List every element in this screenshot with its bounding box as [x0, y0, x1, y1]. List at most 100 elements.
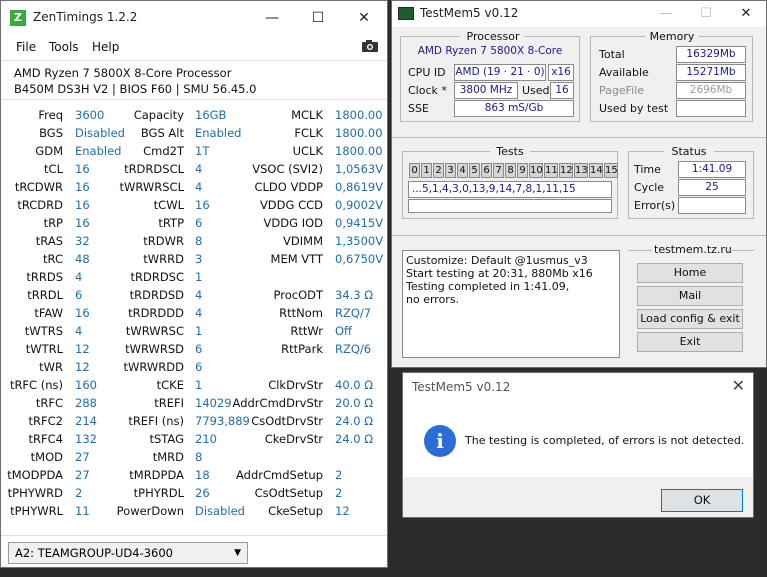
- timing-label: tPHYRDL: [133, 486, 184, 500]
- info-icon: i: [424, 425, 456, 457]
- site-title: testmem.tz.ru: [654, 243, 732, 256]
- timing-label: tCL: [44, 162, 63, 176]
- testmem5-title: TestMem5 v0.12: [420, 6, 519, 20]
- timing-label: tRP: [43, 216, 63, 230]
- divider: [628, 250, 652, 251]
- home-button[interactable]: Home: [637, 263, 743, 283]
- menu-tools[interactable]: Tools: [49, 40, 79, 54]
- maximize-button[interactable]: ☐: [295, 1, 341, 35]
- timing-label: tRFC2: [28, 414, 63, 428]
- menu-file[interactable]: File: [16, 40, 36, 54]
- timing-label: CkeSetup: [268, 504, 323, 518]
- close-icon[interactable]: ✕: [732, 376, 745, 395]
- memory-chip-icon: [398, 7, 414, 20]
- timing-label: tRRDL: [27, 288, 63, 302]
- timing-value: 1: [195, 270, 203, 284]
- time-label: Time: [634, 163, 661, 176]
- timing-value: 1,3500V: [335, 234, 384, 248]
- log-line: no errors.: [406, 293, 460, 306]
- timing-value: 12: [335, 504, 350, 518]
- exit-button[interactable]: Exit: [637, 332, 743, 352]
- module-select[interactable]: A2: TEAMGROUP-UD4-3600 ▼: [8, 542, 248, 564]
- ok-button[interactable]: OK: [661, 489, 743, 512]
- timing-label: AddrCmdDrvStr: [232, 396, 323, 410]
- system-info: AMD Ryzen 7 5800X 8-Core Processor B450M…: [1, 60, 387, 100]
- timing-label: tWTRL: [25, 342, 63, 356]
- timing-value: 24.0 Ω: [335, 432, 374, 446]
- timing-value: RZQ/7: [335, 306, 372, 320]
- window-title: ZenTimings 1.2.2: [33, 10, 138, 24]
- timing-label: tWRWRSD: [125, 342, 184, 356]
- timing-value: 0,8619V: [335, 180, 384, 194]
- maximize-button[interactable]: ☐: [686, 1, 726, 27]
- divider: [728, 250, 754, 251]
- camera-icon[interactable]: [361, 39, 379, 53]
- timing-label: ProcODT: [273, 288, 324, 302]
- timing-value: 8: [195, 450, 203, 464]
- load-config-exit-button[interactable]: Load config & exit: [637, 309, 743, 329]
- cpuid-label: CPU ID: [408, 66, 446, 79]
- clock-field: 3800 MHz: [454, 82, 518, 99]
- timing-row: tWTRS 4 tWRWRSC 1 RttWr Off: [1, 322, 387, 340]
- zentimings-app-icon: Z: [10, 10, 26, 26]
- close-button[interactable]: ✕: [341, 1, 387, 35]
- dialog-title: TestMem5 v0.12: [412, 380, 511, 394]
- test-cell: 12: [559, 163, 573, 178]
- timing-label: tMRD: [152, 450, 184, 464]
- time-field: 1:41.09: [678, 161, 746, 178]
- errors-field: [678, 197, 746, 214]
- timing-row: tRFC2 214 tREFI (ns) 7793,889 CsOdtDrvStr 24.…: [1, 412, 387, 430]
- timing-label: CkeDrvStr: [264, 432, 323, 446]
- timing-value: 6: [195, 360, 203, 374]
- menu-bar: File Tools Help: [1, 37, 387, 57]
- timing-label: MCLK: [291, 108, 323, 122]
- threads-field: x16: [548, 64, 574, 81]
- timing-label: CsOdtSetup: [254, 486, 323, 500]
- timing-row: tRCDWR 16 tWRWRSCL 4 CLDO VDDP 0,8619V: [1, 178, 387, 196]
- test-cell: 10: [529, 163, 543, 178]
- test-cell: 9: [517, 163, 528, 178]
- dialog-titlebar[interactable]: TestMem5 v0.12 ✕: [403, 373, 753, 403]
- sse-field: 863 mS/Gb: [454, 100, 574, 117]
- timing-row: tPHYWRL 11 PowerDown Disabled CkeSetup 12: [1, 502, 387, 520]
- timing-label: tRFC: [35, 396, 63, 410]
- timing-value: 0,9415V: [335, 216, 384, 230]
- timing-label: tWRWRDD: [123, 360, 184, 374]
- timing-label: tRAS: [35, 234, 63, 248]
- log-output[interactable]: Customize: Default @1usmus_v3 Start test…: [402, 250, 620, 358]
- timing-label: tPHYWRD: [7, 486, 63, 500]
- timing-value: 0,6750V: [335, 252, 384, 266]
- dialog-message: The testing is completed, of errors is n…: [465, 434, 745, 447]
- timing-row: tWTRL 12 tWRWRSD 6 RttPark RZQ/6: [1, 340, 387, 358]
- timing-label: tRDWR: [143, 234, 184, 248]
- minimize-button[interactable]: —: [646, 1, 686, 27]
- timing-label: tRRDS: [26, 270, 63, 284]
- timing-label: tREFI: [154, 396, 184, 410]
- timing-label: tWR: [39, 360, 63, 374]
- progress-bar: [408, 199, 612, 213]
- test-cell: 14: [589, 163, 603, 178]
- close-button[interactable]: ✕: [726, 1, 766, 27]
- timing-row: tRFC 288 tREFI 14029 AddrCmdDrvStr 20.0 Ω: [1, 394, 387, 412]
- timing-value: 34.3 Ω: [335, 288, 374, 302]
- timing-value: 1800.00: [335, 126, 383, 140]
- dialog-body: i The testing is completed, of errors is…: [403, 403, 753, 477]
- available-label: Available: [599, 66, 649, 79]
- log-line: Testing completed in 1:41.09,: [406, 280, 570, 293]
- timing-value: 1,0563V: [335, 162, 384, 176]
- usedbytest-label: Used by test: [599, 102, 669, 115]
- zentimings-titlebar[interactable]: Z ZenTimings 1.2.2 — ☐ ✕: [1, 1, 387, 35]
- timing-row: Freq 3600 Capacity 16GB MCLK 1800.00: [1, 106, 387, 124]
- timing-value: 20.0 Ω: [335, 396, 374, 410]
- mail-button[interactable]: Mail: [637, 286, 743, 306]
- timing-label: MEM VTT: [270, 252, 323, 266]
- pagefile-label: PageFile: [599, 84, 645, 97]
- minimize-button[interactable]: —: [249, 1, 295, 35]
- timing-label: Capacity: [133, 108, 184, 122]
- testmem5-titlebar[interactable]: TestMem5 v0.12 — ☐ ✕: [392, 1, 766, 27]
- errors-label: Error(s): [634, 199, 676, 212]
- timing-label: RttNom: [279, 306, 323, 320]
- used-field: 16: [550, 82, 574, 99]
- menu-help[interactable]: Help: [92, 40, 119, 54]
- timing-row: tRFC4 132 tSTAG 210 CkeDrvStr 24.0 Ω: [1, 430, 387, 448]
